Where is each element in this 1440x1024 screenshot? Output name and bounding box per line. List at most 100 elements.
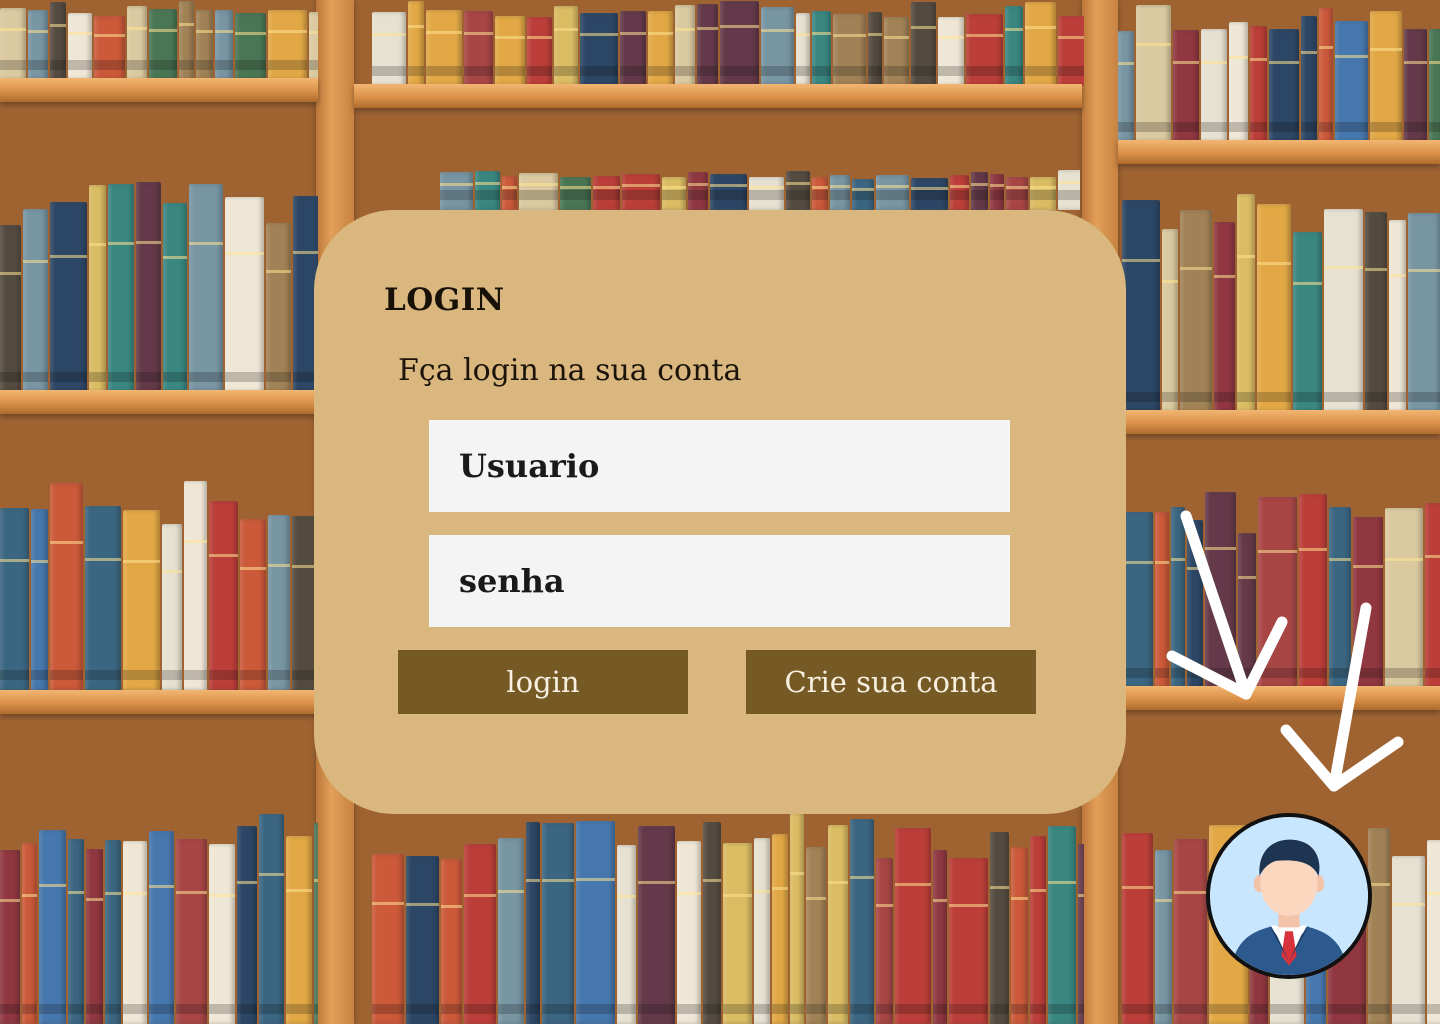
shelf — [0, 690, 318, 714]
book-spine — [1122, 200, 1160, 412]
book-spine — [209, 844, 235, 1024]
book-row — [372, 812, 1084, 1024]
book-spine — [498, 838, 524, 1024]
book-spine — [215, 10, 233, 80]
book-spine — [1408, 213, 1440, 412]
book-spine — [1058, 16, 1084, 86]
shelf — [1118, 686, 1440, 710]
book-spine — [1329, 507, 1351, 688]
book-spine — [749, 177, 784, 210]
book-spine — [754, 838, 770, 1024]
book-spine — [1299, 494, 1327, 688]
book-spine — [1058, 170, 1080, 210]
book-spine — [833, 14, 866, 86]
book-row — [0, 480, 318, 690]
book-spine — [1155, 512, 1169, 688]
book-spine — [1229, 22, 1248, 142]
book-spine — [710, 174, 747, 210]
book-spine — [554, 6, 578, 86]
book-spine — [408, 1, 424, 86]
book-spine — [796, 13, 810, 86]
book-spine — [1370, 11, 1402, 142]
book-spine — [209, 501, 238, 690]
book-spine — [662, 177, 686, 210]
book-spine — [184, 481, 207, 690]
book-spine — [0, 8, 26, 80]
book-spine — [580, 13, 618, 86]
book-spine — [85, 506, 121, 690]
businessman-icon — [1210, 817, 1368, 975]
book-spine — [1162, 229, 1178, 412]
book-spine — [149, 9, 177, 80]
book-spine — [542, 823, 574, 1024]
book-spine — [0, 225, 21, 392]
book-spine — [1257, 204, 1291, 412]
book-spine — [527, 17, 552, 86]
book-spine — [1078, 844, 1084, 1024]
book-spine — [196, 10, 213, 80]
book-spine — [237, 826, 257, 1024]
book-spine — [1171, 507, 1185, 688]
user-avatar-icon[interactable] — [1206, 813, 1372, 979]
book-spine — [1006, 177, 1028, 210]
book-spine — [179, 1, 194, 80]
book-spine — [464, 11, 493, 86]
book-spine — [868, 12, 882, 86]
book-spine — [895, 828, 931, 1024]
shelf — [354, 84, 1082, 108]
book-spine — [622, 174, 660, 210]
book-spine — [1180, 210, 1212, 412]
book-spine — [1269, 29, 1299, 142]
book-spine — [441, 859, 462, 1024]
book-spine — [677, 841, 701, 1024]
book-row — [0, 808, 318, 1024]
book-spine — [176, 839, 207, 1024]
login-card: LOGIN Fça login na sua conta login Crie … — [314, 210, 1126, 814]
book-spine — [790, 813, 804, 1024]
book-spine — [50, 483, 83, 690]
book-spine — [22, 843, 37, 1024]
book-spine — [68, 13, 92, 80]
shelf — [0, 78, 318, 102]
book-spine — [0, 508, 29, 690]
book-spine — [1250, 26, 1267, 142]
book-spine — [1427, 840, 1440, 1024]
book-spine — [162, 524, 182, 690]
login-button[interactable]: login — [398, 650, 688, 714]
book-spine — [620, 11, 646, 86]
create-account-button[interactable]: Crie sua conta — [746, 650, 1036, 714]
book-spine — [720, 1, 759, 86]
book-spine — [1173, 30, 1199, 142]
book-spine — [268, 515, 290, 690]
book-spine — [1048, 826, 1076, 1024]
book-spine — [189, 184, 223, 392]
book-spine — [1335, 21, 1368, 142]
book-spine — [68, 839, 84, 1024]
book-spine — [1368, 828, 1390, 1024]
book-spine — [475, 171, 500, 210]
book-spine — [1238, 533, 1256, 688]
password-input[interactable] — [429, 535, 1010, 627]
book-spine — [1429, 29, 1440, 142]
book-spine — [1005, 6, 1023, 86]
book-spine — [105, 840, 121, 1024]
book-spine — [1404, 29, 1427, 142]
book-row — [0, 180, 318, 392]
book-spine — [1155, 850, 1172, 1024]
book-spine — [123, 841, 147, 1024]
username-input[interactable] — [429, 420, 1010, 512]
book-spine — [761, 7, 794, 86]
book-spine — [1030, 177, 1056, 210]
book-spine — [519, 173, 558, 210]
book-row — [1122, 190, 1440, 412]
book-spine — [1214, 222, 1235, 412]
book-spine — [39, 830, 66, 1024]
book-spine — [94, 16, 125, 80]
book-spine — [426, 10, 462, 86]
book-spine — [990, 832, 1009, 1024]
book-spine — [464, 844, 496, 1024]
book-spine — [852, 179, 874, 210]
book-spine — [1293, 232, 1322, 412]
book-spine — [884, 17, 909, 86]
book-spine — [949, 858, 988, 1024]
